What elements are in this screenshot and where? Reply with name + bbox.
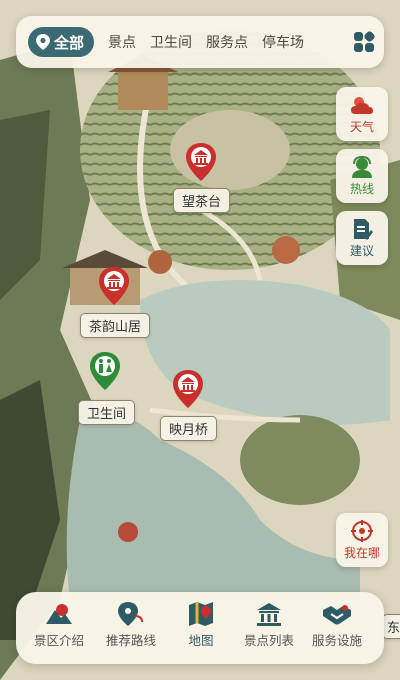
poi-label-chayunshanju[interactable]: 茶韵山居 bbox=[80, 313, 151, 338]
poi-label-restroom[interactable]: 卫生间 bbox=[78, 400, 136, 425]
landmark-list-icon bbox=[257, 603, 281, 626]
poi-marker-yingyueqiao[interactable] bbox=[173, 370, 203, 413]
poi-label-wangchatai[interactable]: 望茶台 bbox=[173, 188, 231, 213]
scenic-pin-icon bbox=[99, 267, 129, 305]
nav-services[interactable]: 服务设施 bbox=[302, 602, 372, 649]
filter-chip-service[interactable]: 服务点 bbox=[206, 32, 248, 52]
suggestion-label: 建议 bbox=[349, 243, 374, 258]
nav-routes-label: 推荐路线 bbox=[105, 634, 156, 648]
map-icon bbox=[189, 602, 213, 626]
weather-label: 天气 bbox=[349, 119, 374, 134]
poi-marker-wangchatai[interactable] bbox=[186, 143, 216, 186]
filter-chip-scenic[interactable]: 景点 bbox=[108, 32, 136, 52]
locate-target-icon bbox=[351, 519, 373, 542]
poi-label-yingyueqiao[interactable]: 映月桥 bbox=[160, 416, 218, 441]
hotline-icon bbox=[352, 155, 372, 178]
filter-chip-all[interactable]: 全部 bbox=[28, 27, 95, 57]
scenic-pin-icon bbox=[173, 370, 203, 408]
location-pin-icon bbox=[36, 34, 50, 50]
handshake-service-icon bbox=[323, 605, 351, 625]
nav-services-label: 服务设施 bbox=[311, 634, 362, 648]
category-grid-button[interactable] bbox=[344, 16, 384, 68]
poi-marker-restroom[interactable] bbox=[90, 352, 120, 395]
poi-label-offscreen-east[interactable]: 东 bbox=[382, 614, 400, 639]
mountain-intro-icon bbox=[46, 604, 72, 624]
nav-routes[interactable]: 推荐路线 bbox=[96, 602, 166, 649]
locate-me-button[interactable]: 我在哪 bbox=[336, 513, 388, 567]
nav-intro[interactable]: 景区介绍 bbox=[24, 602, 94, 649]
restroom-pin-icon bbox=[90, 352, 120, 390]
suggestion-button[interactable]: 建议 bbox=[336, 211, 388, 265]
suggestion-icon bbox=[354, 218, 373, 240]
nav-attractions[interactable]: 景点列表 bbox=[234, 602, 304, 649]
category-filter-bar: 全部 景点 卫生间 服务点 停车场 bbox=[16, 16, 384, 68]
poi-marker-chayunshanju[interactable] bbox=[99, 267, 129, 310]
nav-map[interactable]: 地图 bbox=[166, 602, 236, 649]
scenic-pin-icon bbox=[186, 143, 216, 181]
filter-chip-list[interactable]: 景点 卫生间 服务点 停车场 bbox=[94, 32, 344, 52]
nav-map-label: 地图 bbox=[188, 634, 214, 648]
filter-chip-restroom[interactable]: 卫生间 bbox=[150, 32, 192, 52]
weather-icon bbox=[351, 96, 373, 114]
weather-button[interactable]: 天气 bbox=[336, 87, 388, 141]
hotline-button[interactable]: 热线 bbox=[336, 149, 388, 203]
filter-chip-parking[interactable]: 停车场 bbox=[262, 32, 304, 52]
locate-me-label: 我在哪 bbox=[343, 545, 380, 560]
bottom-navigation: 景区介绍 推荐路线 地图 景点列表 服务设施 bbox=[16, 592, 384, 664]
nav-intro-label: 景区介绍 bbox=[33, 634, 84, 648]
route-pin-icon bbox=[118, 602, 143, 626]
filter-chip-all-label: 全部 bbox=[54, 34, 85, 52]
hotline-label: 热线 bbox=[349, 181, 374, 196]
grid-icon bbox=[354, 31, 375, 52]
nav-attractions-label: 景点列表 bbox=[243, 634, 294, 648]
